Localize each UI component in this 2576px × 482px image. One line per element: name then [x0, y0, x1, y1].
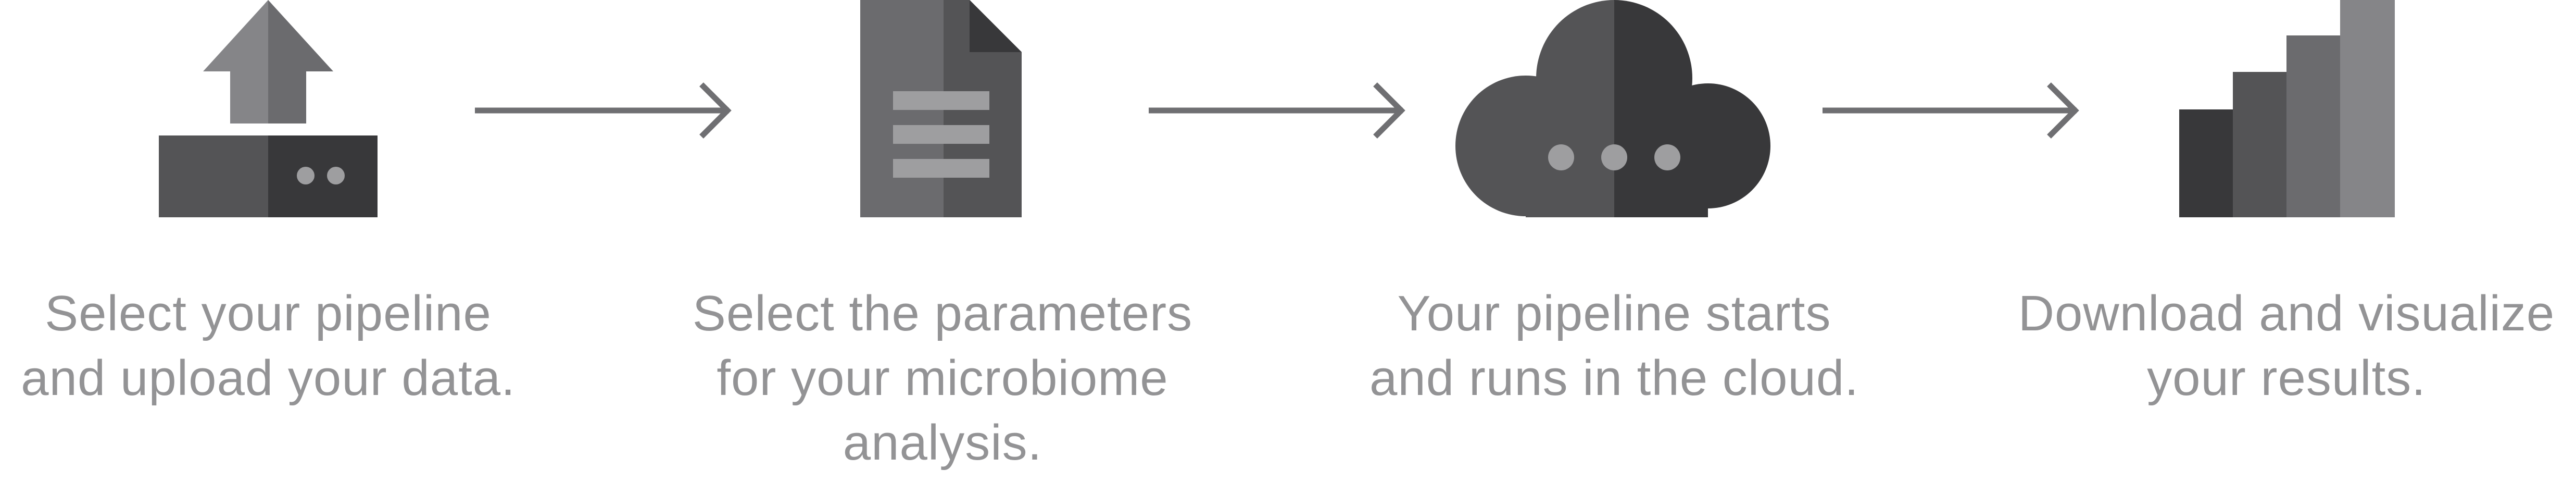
bar-chart-icon: [2179, 0, 2395, 217]
cloud-icon: [1455, 0, 1770, 217]
upload-arrow-head-right: [268, 0, 333, 71]
cloud-dot: [1601, 144, 1627, 170]
document-icon: [860, 0, 1022, 217]
document-folded-corner: [970, 0, 1022, 52]
arrow-right-icon: [1823, 82, 2079, 139]
bar-chart-bar: [2286, 35, 2341, 217]
step-caption-results: Download and visualize your results.: [2018, 286, 2555, 406]
document-text-line: [893, 125, 989, 144]
bar-chart-bar: [2179, 109, 2234, 217]
cloud-dot: [1654, 144, 1680, 170]
upload-arrow-head-left: [203, 0, 268, 71]
drive-box-right: [268, 135, 378, 217]
bar-chart-bar: [2340, 0, 2395, 217]
upload-arrow-stem-left: [230, 71, 268, 123]
cloud-dot: [1548, 144, 1574, 170]
step-caption-parameters: Select the parameters for your microbiom…: [692, 286, 1193, 471]
arrow-right-icon: [1149, 82, 1405, 139]
drive-led: [297, 167, 315, 184]
upload-icon: [159, 0, 378, 217]
drive-led: [327, 167, 345, 184]
document-text-line: [893, 159, 989, 178]
step-caption-upload: Select your pipeline and upload your dat…: [21, 286, 516, 406]
pipeline-diagram: Select your pipeline and upload your dat…: [0, 0, 2576, 482]
upload-arrow-stem-right: [268, 71, 306, 123]
drive-box-left: [159, 135, 268, 217]
bar-chart-bar: [2233, 72, 2288, 217]
step-caption-cloud: Your pipeline starts and runs in the clo…: [1369, 286, 1859, 406]
arrow-right-icon: [475, 82, 732, 139]
document-text-line: [893, 91, 989, 110]
